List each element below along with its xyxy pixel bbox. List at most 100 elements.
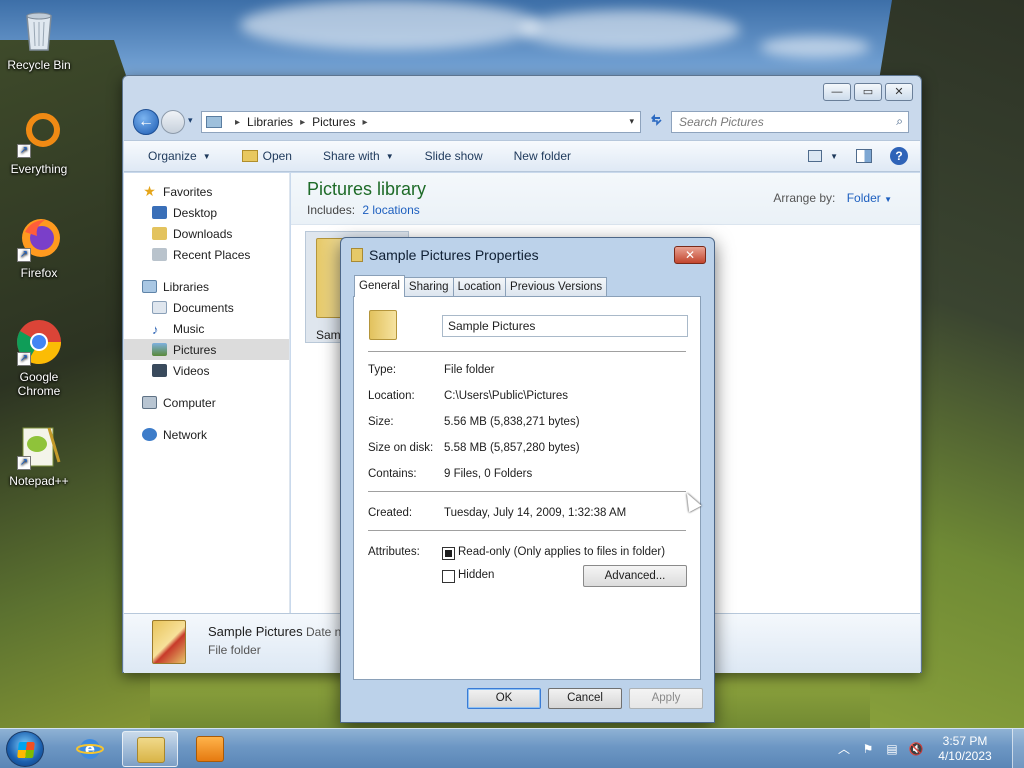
forward-button[interactable] — [161, 110, 185, 134]
cancel-button[interactable]: Cancel — [548, 688, 622, 709]
nav-music[interactable]: ♪ Music — [124, 318, 289, 339]
desktop-icon-label: Notepad++ — [9, 474, 69, 488]
refresh-button[interactable] — [645, 111, 667, 133]
attributes-label: Attributes: — [368, 546, 420, 558]
close-button[interactable]: ✕ — [885, 83, 913, 101]
slide-show-button[interactable]: Slide show — [425, 149, 483, 163]
share-with-label: Share with — [322, 149, 380, 163]
library-title: Pictures library — [307, 179, 427, 199]
address-dropdown[interactable]: ▾ — [629, 116, 634, 127]
recent-pages-dropdown[interactable]: ▾ — [188, 115, 193, 126]
desktop-icon-firefox[interactable]: ↗ Firefox — [2, 214, 76, 280]
contains-label: Contains: — [368, 468, 417, 480]
nav-pictures[interactable]: Pictures — [124, 339, 289, 360]
nav-pictures-label: Pictures — [173, 342, 217, 357]
nav-videos[interactable]: Videos — [124, 360, 289, 381]
dialog-close-button[interactable]: ✕ — [674, 246, 706, 264]
advanced-button[interactable]: Advanced... — [583, 565, 687, 587]
created-label: Created: — [368, 507, 413, 519]
organize-button[interactable]: Organize ▼ — [148, 149, 211, 163]
windows-explorer-icon — [137, 737, 165, 763]
size-on-disk-label: Size on disk: — [368, 442, 434, 454]
nav-recent-places[interactable]: Recent Places — [124, 244, 289, 265]
nav-downloads[interactable]: Downloads — [124, 223, 289, 244]
volume-muted-icon[interactable]: 🔇 — [908, 741, 924, 757]
arrange-by-label: Arrange by: — [773, 191, 836, 205]
nav-documents[interactable]: Documents — [124, 297, 289, 318]
properties-dialog[interactable]: Sample Pictures Properties ✕ General Sha… — [340, 237, 715, 723]
share-with-button[interactable]: Share with ▼ — [323, 149, 394, 163]
desktop-icon-notepadpp[interactable]: ↗ Notepad++ — [2, 422, 76, 488]
taskbar-windows-explorer[interactable] — [122, 731, 178, 767]
minimize-button[interactable]: — — [823, 83, 851, 101]
size-on-disk-value: 5.58 MB (5,857,280 bytes) — [444, 442, 580, 454]
type-value: File folder — [444, 364, 495, 376]
breadcrumb-separator: ▸ — [235, 116, 241, 128]
libraries-icon — [142, 280, 157, 293]
maximize-button[interactable]: ▭ — [854, 83, 882, 101]
taskbar-media-player[interactable] — [182, 731, 238, 767]
size-label: Size: — [368, 416, 394, 428]
change-view-button[interactable]: ▼ — [808, 150, 838, 162]
details-date-label: Date n — [306, 625, 342, 639]
cloud — [520, 10, 740, 50]
documents-icon — [152, 301, 167, 314]
nav-favorites[interactable]: ★ Favorites — [124, 181, 289, 202]
desktop-icon-label: Everything — [10, 162, 68, 176]
view-icon — [808, 150, 823, 162]
includes-locations-link[interactable]: 2 locations — [362, 203, 419, 217]
taskbar-internet-explorer[interactable]: e — [62, 731, 118, 767]
breadcrumb-pictures[interactable]: Pictures — [312, 115, 355, 129]
nav-computer[interactable]: Computer — [124, 392, 289, 413]
new-folder-button[interactable]: New folder — [514, 149, 571, 163]
breadcrumb-separator: ▸ — [362, 116, 368, 128]
preview-pane-icon[interactable] — [856, 149, 872, 163]
arrange-by-dropdown[interactable]: Folder ▼ — [847, 191, 892, 205]
start-button[interactable] — [6, 731, 44, 767]
clock-date: 4/10/2023 — [938, 749, 992, 763]
address-bar[interactable]: ▸ Libraries ▸ Pictures ▸ ▾ — [201, 111, 641, 133]
show-hidden-icons-icon[interactable]: ︿ — [836, 741, 852, 757]
tab-previous-versions[interactable]: Previous Versions — [505, 277, 608, 297]
contains-value: 9 Files, 0 Folders — [444, 468, 533, 480]
nav-libraries[interactable]: Libraries — [124, 276, 289, 297]
read-only-checkbox[interactable] — [442, 547, 455, 560]
tab-sharing[interactable]: Sharing — [403, 277, 454, 297]
tab-general[interactable]: General — [354, 275, 405, 297]
refresh-icon — [651, 114, 662, 126]
desktop-icon-chrome[interactable]: ↗ Google Chrome — [2, 318, 76, 398]
desktop-icon-label: Google Chrome — [17, 370, 61, 398]
desktop-icon-everything[interactable]: ↗ Everything — [2, 110, 76, 176]
internet-explorer-icon: e — [76, 739, 104, 759]
ok-button[interactable]: OK — [467, 688, 541, 709]
nav-desktop-label: Desktop — [173, 205, 218, 220]
network-icon[interactable]: ▤ — [884, 741, 900, 757]
help-icon[interactable]: ? — [890, 147, 908, 165]
apply-button[interactable]: Apply — [629, 688, 703, 709]
back-button[interactable]: ← — [133, 109, 159, 135]
tab-location[interactable]: Location — [452, 277, 507, 297]
arrange-by: Arrange by: Folder ▼ — [773, 191, 892, 205]
shortcut-arrow-icon: ↗ — [17, 352, 31, 366]
details-type: File folder — [208, 643, 261, 657]
open-folder-icon — [241, 150, 258, 162]
clock[interactable]: 3:57 PM 4/10/2023 — [932, 734, 998, 764]
hidden-checkbox[interactable] — [442, 570, 455, 583]
action-center-flag-icon[interactable]: ⚑ — [860, 741, 876, 757]
nav-network[interactable]: Network — [124, 424, 289, 445]
recent-places-icon — [152, 248, 167, 261]
desktop-icon — [152, 206, 167, 219]
taskbar: e ︿ ⚑ ▤ 🔇 3:57 PM 4/10/2023 — [0, 728, 1024, 768]
music-icon: ♪ — [152, 322, 159, 337]
show-desktop-button[interactable] — [1012, 729, 1024, 768]
open-button[interactable]: Open — [241, 149, 292, 163]
search-input[interactable]: Search Pictures ⌕ — [671, 111, 909, 133]
nav-favorites-label: Favorites — [163, 184, 213, 199]
organize-label: Organize — [148, 149, 197, 163]
desktop-icon-recycle-bin[interactable]: Recycle Bin — [2, 6, 76, 72]
nav-desktop[interactable]: Desktop — [124, 202, 289, 223]
breadcrumb-libraries[interactable]: Libraries — [247, 115, 293, 129]
folder-name-field[interactable]: Sample Pictures — [442, 315, 688, 337]
